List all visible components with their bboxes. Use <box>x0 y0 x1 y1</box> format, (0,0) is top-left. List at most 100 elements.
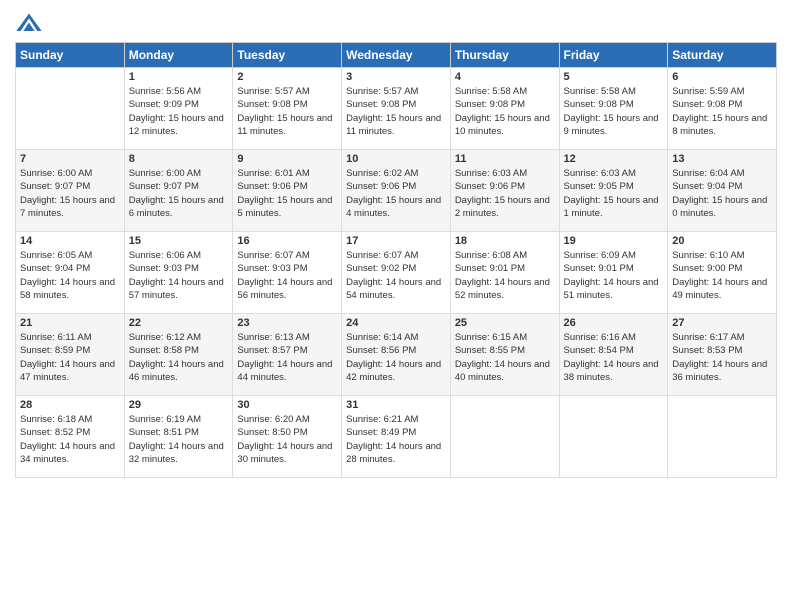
day-detail: Sunrise: 6:00 AMSunset: 9:07 PMDaylight:… <box>129 167 229 220</box>
calendar-cell: 31 Sunrise: 6:21 AMSunset: 8:49 PMDayligh… <box>342 396 451 478</box>
calendar-cell: 4 Sunrise: 5:58 AMSunset: 9:08 PMDaylight… <box>450 68 559 150</box>
day-number: 6 <box>672 71 772 83</box>
day-number: 3 <box>346 71 446 83</box>
day-number: 14 <box>20 235 120 247</box>
column-header-friday: Friday <box>559 43 668 68</box>
day-detail: Sunrise: 6:14 AMSunset: 8:56 PMDaylight:… <box>346 331 446 384</box>
calendar-cell: 5Sunrise: 5:58 AMSunset: 9:08 PMDaylight… <box>559 68 668 150</box>
day-detail: Sunrise: 5:57 AMSunset: 9:08 PMDaylight:… <box>346 85 446 138</box>
calendar-cell: 30 Sunrise: 6:20 AMSunset: 8:50 PMDayligh… <box>233 396 342 478</box>
day-number: 18 <box>455 235 555 247</box>
column-header-wednesday: Wednesday <box>342 43 451 68</box>
day-detail: Sunrise: 6:13 AMSunset: 8:57 PMDaylight:… <box>237 331 337 384</box>
column-header-monday: Monday <box>124 43 233 68</box>
calendar-cell: 19 Sunrise: 6:09 AMSunset: 9:01 PMDayligh… <box>559 232 668 314</box>
week-row-1: 7 Sunrise: 6:00 AMSunset: 9:07 PMDaylight… <box>16 150 777 232</box>
calendar-cell: 9Sunrise: 6:01 AMSunset: 9:06 PMDaylight… <box>233 150 342 232</box>
day-number: 1 <box>129 71 229 83</box>
day-number: 25 <box>455 317 555 329</box>
calendar-cell: 15 Sunrise: 6:06 AMSunset: 9:03 PMDayligh… <box>124 232 233 314</box>
day-number: 31 <box>346 399 446 411</box>
day-detail: Sunrise: 6:10 AMSunset: 9:00 PMDaylight:… <box>672 249 772 302</box>
day-detail: Sunrise: 6:16 AMSunset: 8:54 PMDaylight:… <box>564 331 664 384</box>
day-detail: Sunrise: 6:06 AMSunset: 9:03 PMDaylight:… <box>129 249 229 302</box>
calendar-cell: 6 Sunrise: 5:59 AMSunset: 9:08 PMDaylight… <box>668 68 777 150</box>
day-detail: Sunrise: 5:57 AMSunset: 9:08 PMDaylight:… <box>237 85 337 138</box>
day-number: 19 <box>564 235 664 247</box>
calendar-cell: 7Sunrise: 6:00 AMSunset: 9:07 PMDaylight… <box>16 150 125 232</box>
day-detail: Sunrise: 6:08 AMSunset: 9:01 PMDaylight:… <box>455 249 555 302</box>
day-detail: Sunrise: 5:59 AMSunset: 9:08 PMDaylight:… <box>672 85 772 138</box>
calendar-cell: 24 Sunrise: 6:14 AMSunset: 8:56 PMDayligh… <box>342 314 451 396</box>
calendar-cell: 13Sunrise: 6:04 AMSunset: 9:04 PMDayligh… <box>668 150 777 232</box>
calendar-cell: 10 Sunrise: 6:02 AMSunset: 9:06 PMDayligh… <box>342 150 451 232</box>
day-number: 30 <box>237 399 337 411</box>
day-detail: Sunrise: 6:20 AMSunset: 8:50 PMDaylight:… <box>237 413 337 466</box>
calendar-cell: 11Sunrise: 6:03 AMSunset: 9:06 PMDayligh… <box>450 150 559 232</box>
day-detail: Sunrise: 6:12 AMSunset: 8:58 PMDaylight:… <box>129 331 229 384</box>
day-number: 28 <box>20 399 120 411</box>
day-number: 4 <box>455 71 555 83</box>
week-row-2: 14Sunrise: 6:05 AMSunset: 9:04 PMDayligh… <box>16 232 777 314</box>
calendar-cell: 18 Sunrise: 6:08 AMSunset: 9:01 PMDayligh… <box>450 232 559 314</box>
header-row <box>15 10 777 38</box>
day-number: 17 <box>346 235 446 247</box>
page-container: SundayMondayTuesdayWednesdayThursdayFrid… <box>0 0 792 488</box>
calendar-cell: 20 Sunrise: 6:10 AMSunset: 9:00 PMDayligh… <box>668 232 777 314</box>
calendar-cell: 16 Sunrise: 6:07 AMSunset: 9:03 PMDayligh… <box>233 232 342 314</box>
day-number: 21 <box>20 317 120 329</box>
calendar-cell: 27Sunrise: 6:17 AMSunset: 8:53 PMDayligh… <box>668 314 777 396</box>
week-row-0: 1 Sunrise: 5:56 AMSunset: 9:09 PMDaylight… <box>16 68 777 150</box>
day-detail: Sunrise: 6:15 AMSunset: 8:55 PMDaylight:… <box>455 331 555 384</box>
header-row-days: SundayMondayTuesdayWednesdayThursdayFrid… <box>16 43 777 68</box>
day-detail: Sunrise: 5:56 AMSunset: 9:09 PMDaylight:… <box>129 85 229 138</box>
day-detail: Sunrise: 5:58 AMSunset: 9:08 PMDaylight:… <box>564 85 664 138</box>
column-header-thursday: Thursday <box>450 43 559 68</box>
day-detail: Sunrise: 6:11 AMSunset: 8:59 PMDaylight:… <box>20 331 120 384</box>
day-number: 2 <box>237 71 337 83</box>
day-number: 9 <box>237 153 337 165</box>
calendar-cell: 29Sunrise: 6:19 AMSunset: 8:51 PMDayligh… <box>124 396 233 478</box>
day-number: 13 <box>672 153 772 165</box>
day-detail: Sunrise: 6:07 AMSunset: 9:02 PMDaylight:… <box>346 249 446 302</box>
day-number: 12 <box>564 153 664 165</box>
calendar-cell: 3 Sunrise: 5:57 AMSunset: 9:08 PMDaylight… <box>342 68 451 150</box>
calendar-cell: 12 Sunrise: 6:03 AMSunset: 9:05 PMDayligh… <box>559 150 668 232</box>
day-detail: Sunrise: 6:09 AMSunset: 9:01 PMDaylight:… <box>564 249 664 302</box>
day-detail: Sunrise: 6:07 AMSunset: 9:03 PMDaylight:… <box>237 249 337 302</box>
day-number: 10 <box>346 153 446 165</box>
calendar-cell: 26 Sunrise: 6:16 AMSunset: 8:54 PMDayligh… <box>559 314 668 396</box>
day-detail: Sunrise: 6:21 AMSunset: 8:49 PMDaylight:… <box>346 413 446 466</box>
day-number: 16 <box>237 235 337 247</box>
day-number: 7 <box>20 153 120 165</box>
calendar-cell: 2 Sunrise: 5:57 AMSunset: 9:08 PMDaylight… <box>233 68 342 150</box>
day-detail: Sunrise: 6:18 AMSunset: 8:52 PMDaylight:… <box>20 413 120 466</box>
calendar-cell: 28 Sunrise: 6:18 AMSunset: 8:52 PMDayligh… <box>16 396 125 478</box>
day-detail: Sunrise: 5:58 AMSunset: 9:08 PMDaylight:… <box>455 85 555 138</box>
week-row-3: 21 Sunrise: 6:11 AMSunset: 8:59 PMDayligh… <box>16 314 777 396</box>
column-header-sunday: Sunday <box>16 43 125 68</box>
day-number: 29 <box>129 399 229 411</box>
calendar-cell: 21 Sunrise: 6:11 AMSunset: 8:59 PMDayligh… <box>16 314 125 396</box>
calendar-cell: 8 Sunrise: 6:00 AMSunset: 9:07 PMDaylight… <box>124 150 233 232</box>
day-number: 8 <box>129 153 229 165</box>
calendar-cell: 1 Sunrise: 5:56 AMSunset: 9:09 PMDaylight… <box>124 68 233 150</box>
calendar-cell: 22Sunrise: 6:12 AMSunset: 8:58 PMDayligh… <box>124 314 233 396</box>
day-number: 15 <box>129 235 229 247</box>
day-number: 24 <box>346 317 446 329</box>
day-number: 23 <box>237 317 337 329</box>
calendar-table: SundayMondayTuesdayWednesdayThursdayFrid… <box>15 42 777 478</box>
logo-icon <box>15 10 43 38</box>
calendar-cell <box>450 396 559 478</box>
day-number: 26 <box>564 317 664 329</box>
day-detail: Sunrise: 6:02 AMSunset: 9:06 PMDaylight:… <box>346 167 446 220</box>
day-detail: Sunrise: 6:03 AMSunset: 9:05 PMDaylight:… <box>564 167 664 220</box>
logo <box>15 10 45 38</box>
day-number: 11 <box>455 153 555 165</box>
calendar-cell <box>559 396 668 478</box>
column-header-saturday: Saturday <box>668 43 777 68</box>
day-number: 20 <box>672 235 772 247</box>
calendar-cell: 23 Sunrise: 6:13 AMSunset: 8:57 PMDayligh… <box>233 314 342 396</box>
calendar-cell: 17 Sunrise: 6:07 AMSunset: 9:02 PMDayligh… <box>342 232 451 314</box>
calendar-cell: 14Sunrise: 6:05 AMSunset: 9:04 PMDayligh… <box>16 232 125 314</box>
